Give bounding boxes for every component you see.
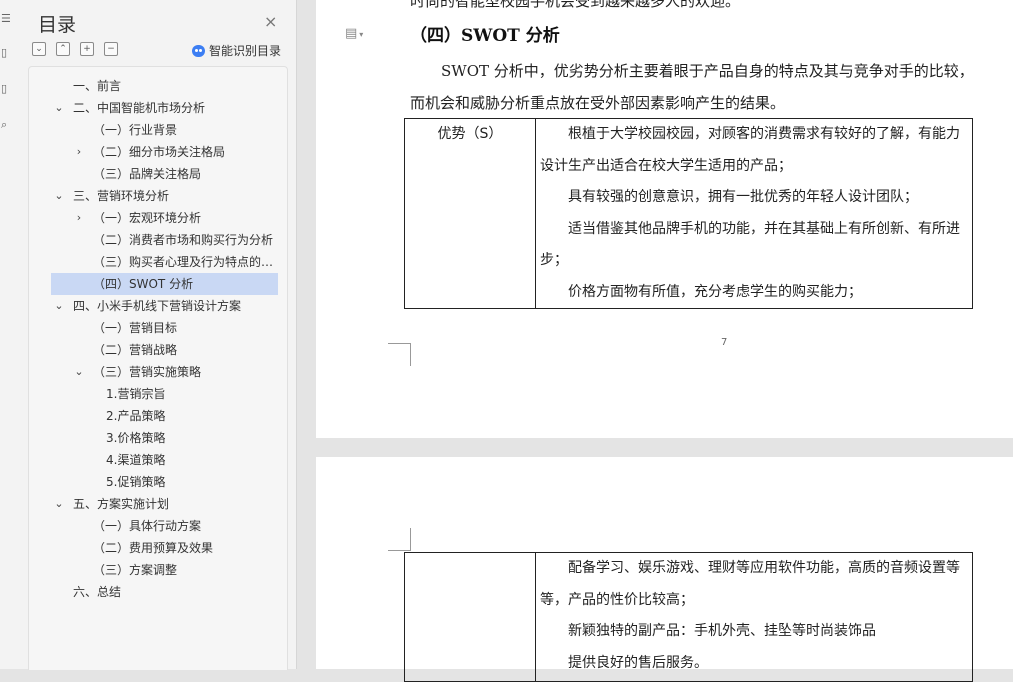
strength-label: 优势（S） <box>437 126 503 142</box>
toc-item[interactable]: ⌄ 三、营销环境分析 <box>29 185 287 207</box>
toc-item-label: 六、总结 <box>73 585 122 599</box>
toc-item-label: （二）消费者市场和购买行为分析 <box>93 233 274 247</box>
smart-toc-button[interactable]: 智能识别目录 <box>192 42 281 59</box>
strength-line: 价格方面物有所值，充分考虑学生的购买能力； <box>540 283 862 300</box>
toc-item-label: （一）具体行动方案 <box>93 519 202 533</box>
collapse-all-icon[interactable]: ⌄ <box>32 42 46 56</box>
toc-item-label: （四）SWOT 分析 <box>93 277 194 291</box>
toc-item[interactable]: （三）购买者心理及行为特点的分 ... <box>29 251 287 273</box>
toc-panel: 目录 × ⌄ ⌃ + − 智能识别目录 一、前言 ⌄ 二、中国智能机市场分析 （一）行… <box>18 0 297 670</box>
toc-item[interactable]: （二）消费者市场和购买行为分析 <box>29 229 287 251</box>
close-icon[interactable]: × <box>264 12 277 31</box>
toc-item-label: 一、前言 <box>73 79 122 93</box>
left-tool-rail: ☰ ▯ ▯ ⌕ <box>0 0 19 669</box>
swot-table-strengths: 优势（S） 根植于大学校园校园，对顾客的消费需求有较好的了解，有能力 设计生产出… <box>404 118 973 309</box>
toc-item-label: （二）细分市场关注格局 <box>93 145 226 159</box>
toc-item-label: 2.产品策略 <box>106 409 166 423</box>
toc-item[interactable]: 六、总结 <box>29 581 287 603</box>
strength-line: 提供良好的售后服务。 <box>540 654 708 671</box>
previous-line-text: 时尚的智能型校园手机会受到越来越多人的欢迎。 <box>410 0 741 10</box>
chevron-down-icon[interactable]: ⌄ <box>53 493 65 515</box>
toc-item-label: 3.价格策略 <box>106 431 166 445</box>
chevron-right-icon[interactable]: › <box>73 207 85 229</box>
strength-line: 根植于大学校园校园，对顾客的消费需求有较好的了解，有能力 <box>540 126 960 142</box>
toc-item[interactable]: 5.促销策略 <box>29 471 287 493</box>
bookmark-icon[interactable]: ▯ <box>1 46 13 60</box>
search-icon[interactable]: ⌕ <box>1 118 13 132</box>
chevron-right-icon[interactable]: › <box>73 141 85 163</box>
toc-item-label: （二）营销战略 <box>93 343 178 357</box>
table-content-cell: 根植于大学校园校园，对顾客的消费需求有较好的了解，有能力 设计生产出适合在校大学… <box>535 118 973 309</box>
swot-table-strengths-continued: 配备学习、娱乐游戏、理财等应用软件功能，高质的音频设置等 等，产品的性价比较高；… <box>404 552 973 682</box>
toc-item[interactable]: ⌄ 五、方案实施计划 <box>29 493 287 515</box>
table-content-cell: 配备学习、娱乐游戏、理财等应用软件功能，高质的音频设置等 等，产品的性价比较高；… <box>535 552 973 682</box>
strength-line: 设计生产出适合在校大学生适用的产品； <box>540 157 792 174</box>
chevron-down-icon[interactable]: ⌄ <box>53 185 65 207</box>
crop-mark <box>388 528 411 551</box>
toc-item[interactable]: › （一）宏观环境分析 <box>29 207 287 229</box>
toc-item-label: 二、中国智能机市场分析 <box>73 101 206 115</box>
strength-line: 新颖独特的副产品：手机外壳、挂坠等时尚装饰品 <box>540 623 876 639</box>
chevron-down-icon[interactable]: ⌄ <box>73 361 85 383</box>
page-icon[interactable]: ▯ <box>1 82 13 96</box>
toc-item[interactable]: › （二）细分市场关注格局 <box>29 141 287 163</box>
toc-item[interactable]: （一）营销目标 <box>29 317 287 339</box>
toc-item[interactable]: ⌄ （三）营销实施策略 <box>29 361 287 383</box>
chevron-down-icon[interactable]: ⌄ <box>53 97 65 119</box>
expand-up-icon[interactable]: ⌃ <box>56 42 70 56</box>
toc-item[interactable]: （二）营销战略 <box>29 339 287 361</box>
toc-item-label: （一）宏观环境分析 <box>93 211 202 225</box>
toc-item-label: （二）费用预算及效果 <box>93 541 214 555</box>
remove-heading-icon[interactable]: − <box>104 42 118 56</box>
paragraph-line-2: 而机会和威胁分析重点放在受外部因素影响产生的结果。 <box>410 94 786 112</box>
toc-item[interactable]: （一）具体行动方案 <box>29 515 287 537</box>
toc-item[interactable]: （一）行业背景 <box>29 119 287 141</box>
table-label-cell <box>404 552 536 682</box>
toc-item-label: （三）方案调整 <box>93 563 178 577</box>
toc-item-label: 4.渠道策略 <box>106 453 166 467</box>
toc-list: 一、前言 ⌄ 二、中国智能机市场分析 （一）行业背景 › （二）细分市场关注格局 （三）品牌… <box>28 66 288 670</box>
toc-item-label: （三）购买者心理及行为特点的分 ... <box>93 255 279 269</box>
toc-item-label: 四、小米手机线下营销设计方案 <box>73 299 242 313</box>
toc-item-label: （一）营销目标 <box>93 321 178 335</box>
toc-item[interactable]: 2.产品策略 <box>29 405 287 427</box>
crop-mark <box>388 343 411 366</box>
toc-item[interactable]: （三）品牌关注格局 <box>29 163 287 185</box>
toc-item[interactable]: ⌄ 二、中国智能机市场分析 <box>29 97 287 119</box>
strength-line: 具有较强的创意意识，拥有一批优秀的年轻人设计团队； <box>540 189 918 205</box>
toc-item[interactable]: ⌄ 四、小米手机线下营销设计方案 <box>29 295 287 317</box>
document-outline-icon[interactable]: ▤ ▾ <box>345 26 363 41</box>
add-heading-icon[interactable]: + <box>80 42 94 56</box>
toc-item-label: 5.促销策略 <box>106 475 166 489</box>
table-label-cell: 优势（S） <box>404 118 536 309</box>
strength-line: 步； <box>540 252 568 268</box>
toc-item-label: 五、方案实施计划 <box>73 497 170 511</box>
toc-item-label: 三、营销环境分析 <box>73 189 170 203</box>
strength-line: 配备学习、娱乐游戏、理财等应用软件功能，高质的音频设置等 <box>540 560 960 576</box>
smart-toc-label: 智能识别目录 <box>209 44 282 58</box>
page-number: 7 <box>721 337 728 348</box>
strength-line: 等，产品的性价比较高； <box>540 591 694 608</box>
chevron-down-icon[interactable]: ⌄ <box>53 295 65 317</box>
toc-item[interactable]: 1.营销宗旨 <box>29 383 287 405</box>
paragraph-line-1: SWOT 分析中，优劣势分析主要着眼于产品自身的特点及其与竞争对手的比较， <box>441 62 974 80</box>
toc-item[interactable]: 4.渠道策略 <box>29 449 287 471</box>
toc-item[interactable]: （二）费用预算及效果 <box>29 537 287 559</box>
ai-robot-icon <box>192 45 205 57</box>
toc-item[interactable]: 一、前言 <box>29 75 287 97</box>
toc-item-label: （一）行业背景 <box>93 123 178 137</box>
toc-title: 目录 <box>38 14 77 36</box>
toc-item[interactable]: （三）方案调整 <box>29 559 287 581</box>
toc-item-label: （三）品牌关注格局 <box>93 167 202 181</box>
toc-item-label: （三）营销实施策略 <box>93 365 202 379</box>
toc-icon[interactable]: ☰ <box>1 12 13 26</box>
section-heading: （四）SWOT 分析 <box>410 26 560 46</box>
strength-line: 适当借鉴其他品牌手机的功能，并在其基础上有所创新、有所进 <box>540 220 960 237</box>
toc-item-active[interactable]: （四）SWOT 分析 <box>51 273 278 295</box>
continued-label <box>405 553 535 557</box>
toc-item[interactable]: 3.价格策略 <box>29 427 287 449</box>
toc-item-label: 1.营销宗旨 <box>106 387 166 401</box>
